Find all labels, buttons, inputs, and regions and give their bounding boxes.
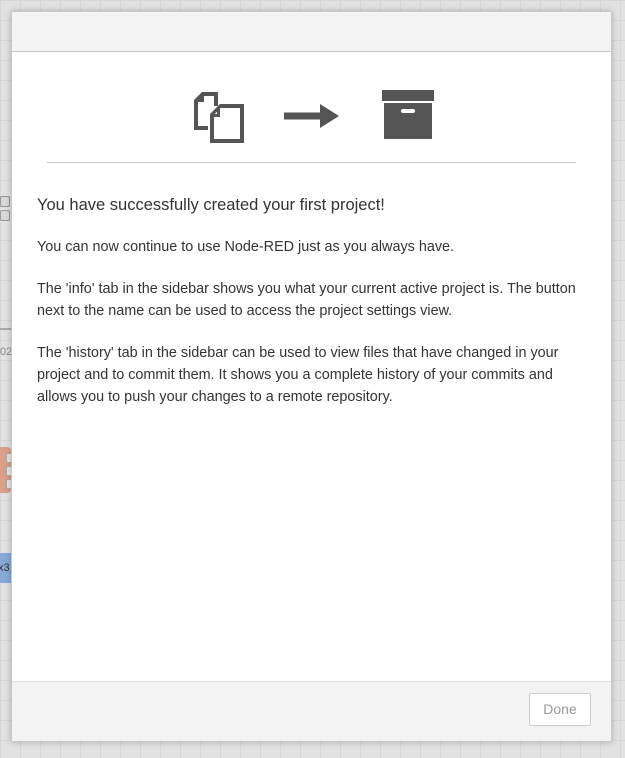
workspace-node[interactable]	[0, 447, 13, 493]
workspace-node[interactable]: x3	[0, 553, 11, 583]
dialog-titlebar	[12, 12, 611, 52]
project-created-dialog: You have successfully created your first…	[11, 11, 612, 742]
dialog-body: You have successfully created your first…	[12, 52, 611, 681]
files-icon	[190, 90, 248, 151]
paragraph-info-tab: The 'info' tab in the sidebar shows you …	[37, 281, 576, 319]
workspace-node-label: x3	[0, 562, 10, 574]
icon-row	[12, 90, 611, 145]
workspace-node-port	[0, 210, 10, 221]
workspace-node-port	[0, 196, 10, 207]
dialog-heading: You have successfully created your first…	[37, 196, 385, 214]
paragraph-history-tab: The 'history' tab in the sidebar can be …	[37, 345, 559, 405]
arrow-right-icon	[284, 104, 340, 133]
divider	[47, 162, 576, 163]
dialog-content: You have successfully created your first…	[37, 194, 586, 428]
paragraph-continue: You can now continue to use Node-RED jus…	[37, 239, 455, 255]
archive-icon	[382, 90, 434, 145]
dialog-footer: Done	[12, 681, 611, 741]
done-button[interactable]: Done	[529, 693, 591, 726]
